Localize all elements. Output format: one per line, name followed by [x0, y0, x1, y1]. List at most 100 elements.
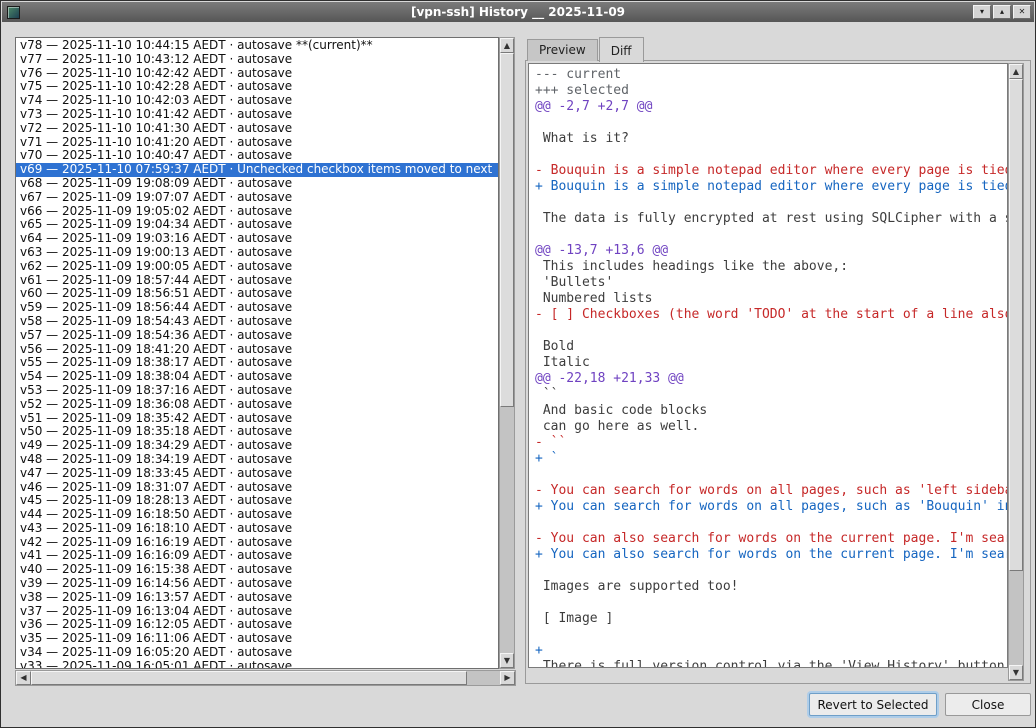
history-list-item[interactable]: v65 — 2025-11-09 19:04:34 AEDT · autosav…	[16, 218, 498, 232]
diff-line: Numbered lists	[535, 291, 1007, 307]
history-list-item[interactable]: v73 — 2025-11-10 10:41:42 AEDT · autosav…	[16, 108, 498, 122]
history-list-item[interactable]: v40 — 2025-11-09 16:15:38 AEDT · autosav…	[16, 563, 498, 577]
diff-line: --- current	[535, 67, 1007, 83]
diff-line	[535, 467, 1007, 483]
scrollbar-track[interactable]	[500, 53, 514, 653]
history-list-item[interactable]: v39 — 2025-11-09 16:14:56 AEDT · autosav…	[16, 577, 498, 591]
scrollbar-track[interactable]	[1009, 79, 1023, 665]
diff-line	[535, 195, 1007, 211]
diff-line	[535, 147, 1007, 163]
history-list-item[interactable]: v52 — 2025-11-09 18:36:08 AEDT · autosav…	[16, 398, 498, 412]
diff-line: And basic code blocks	[535, 403, 1007, 419]
history-list-item[interactable]: v76 — 2025-11-10 10:42:42 AEDT · autosav…	[16, 67, 498, 81]
maximize-icon: ▴	[1000, 8, 1004, 16]
arrow-left-icon: ◀	[20, 674, 26, 682]
history-list-item[interactable]: v51 — 2025-11-09 18:35:42 AEDT · autosav…	[16, 412, 498, 426]
history-list-item[interactable]: v67 — 2025-11-09 19:07:07 AEDT · autosav…	[16, 191, 498, 205]
close-button[interactable]: Close	[945, 693, 1031, 716]
history-list-item[interactable]: v58 — 2025-11-09 18:54:43 AEDT · autosav…	[16, 315, 498, 329]
history-list-item[interactable]: v35 — 2025-11-09 16:11:06 AEDT · autosav…	[16, 632, 498, 646]
diff-line: @@ -13,7 +13,6 @@	[535, 243, 1007, 259]
tab-bar: Preview Diff	[527, 38, 645, 61]
history-list-item[interactable]: v70 — 2025-11-10 10:40:47 AEDT · autosav…	[16, 149, 498, 163]
history-list-item[interactable]: v77 — 2025-11-10 10:43:12 AEDT · autosav…	[16, 53, 498, 67]
scroll-down-button[interactable]: ▼	[1009, 665, 1023, 680]
history-list-item[interactable]: v63 — 2025-11-09 19:00:13 AEDT · autosav…	[16, 246, 498, 260]
diff-line: This includes headings like the above,:	[535, 259, 1007, 275]
diff-line: Bold	[535, 339, 1007, 355]
scrollbar-thumb[interactable]	[500, 53, 514, 407]
scroll-left-button[interactable]: ◀	[16, 671, 31, 685]
diff-line: + `	[535, 451, 1007, 467]
history-list-horizontal-scrollbar[interactable]: ◀ ▶	[15, 670, 516, 686]
revert-to-selected-button[interactable]: Revert to Selected	[809, 693, 937, 716]
history-list-item[interactable]: v56 — 2025-11-09 18:41:20 AEDT · autosav…	[16, 343, 498, 357]
history-list-item[interactable]: v64 — 2025-11-09 19:03:16 AEDT · autosav…	[16, 232, 498, 246]
diff-line: - [ ] Checkboxes (the word 'TODO' at the…	[535, 307, 1007, 323]
history-list-item[interactable]: v37 — 2025-11-09 16:13:04 AEDT · autosav…	[16, 605, 498, 619]
minimize-button[interactable]: ▾	[973, 5, 991, 19]
history-list-item[interactable]: v33 — 2025-11-09 16:05:01 AEDT · autosav…	[16, 660, 498, 669]
history-list-item[interactable]: v71 — 2025-11-10 10:41:20 AEDT · autosav…	[16, 136, 498, 150]
scrollbar-track[interactable]	[31, 671, 500, 685]
diff-line: - You can search for words on all pages,…	[535, 483, 1007, 499]
diff-line: - You can also search for words on the c…	[535, 531, 1007, 547]
history-list[interactable]: v78 — 2025-11-10 10:44:15 AEDT · autosav…	[15, 37, 499, 669]
scrollbar-thumb[interactable]	[1009, 79, 1023, 571]
history-list-item[interactable]: v47 — 2025-11-09 18:33:45 AEDT · autosav…	[16, 467, 498, 481]
history-list-item[interactable]: v55 — 2025-11-09 18:38:17 AEDT · autosav…	[16, 356, 498, 370]
history-list-item[interactable]: v36 — 2025-11-09 16:12:05 AEDT · autosav…	[16, 618, 498, 632]
history-list-item[interactable]: v54 — 2025-11-09 18:38:04 AEDT · autosav…	[16, 370, 498, 384]
history-list-item[interactable]: v41 — 2025-11-09 16:16:09 AEDT · autosav…	[16, 549, 498, 563]
history-list-item[interactable]: v68 — 2025-11-09 19:08:09 AEDT · autosav…	[16, 177, 498, 191]
diff-line	[535, 515, 1007, 531]
history-list-item[interactable]: v53 — 2025-11-09 18:37:16 AEDT · autosav…	[16, 384, 498, 398]
history-list-item[interactable]: v74 — 2025-11-10 10:42:03 AEDT · autosav…	[16, 94, 498, 108]
history-list-item[interactable]: v61 — 2025-11-09 18:57:44 AEDT · autosav…	[16, 274, 498, 288]
history-list-item[interactable]: v66 — 2025-11-09 19:05:02 AEDT · autosav…	[16, 205, 498, 219]
history-list-item[interactable]: v69 — 2025-11-10 07:59:37 AEDT · Uncheck…	[16, 163, 498, 177]
tab-diff[interactable]: Diff	[599, 37, 644, 62]
history-list-item[interactable]: v45 — 2025-11-09 18:28:13 AEDT · autosav…	[16, 494, 498, 508]
minimize-icon: ▾	[980, 8, 984, 16]
history-list-item[interactable]: v34 — 2025-11-09 16:05:20 AEDT · autosav…	[16, 646, 498, 660]
history-list-item[interactable]: v44 — 2025-11-09 16:18:50 AEDT · autosav…	[16, 508, 498, 522]
history-list-item[interactable]: v42 — 2025-11-09 16:16:19 AEDT · autosav…	[16, 536, 498, 550]
history-list-item[interactable]: v75 — 2025-11-10 10:42:28 AEDT · autosav…	[16, 80, 498, 94]
history-list-item[interactable]: v46 — 2025-11-09 18:31:07 AEDT · autosav…	[16, 481, 498, 495]
history-list-item[interactable]: v49 — 2025-11-09 18:34:29 AEDT · autosav…	[16, 439, 498, 453]
diff-line	[535, 595, 1007, 611]
close-window-button[interactable]: ✕	[1013, 5, 1031, 19]
diff-line	[535, 563, 1007, 579]
scroll-up-button[interactable]: ▲	[1009, 64, 1023, 79]
diff-line: +	[535, 643, 1007, 659]
diff-text[interactable]: --- current+++ selected@@ -2,7 +2,7 @@ W…	[528, 63, 1008, 668]
history-list-item[interactable]: v50 — 2025-11-09 18:35:18 AEDT · autosav…	[16, 425, 498, 439]
history-list-item[interactable]: v78 — 2025-11-10 10:44:15 AEDT · autosav…	[16, 39, 498, 53]
history-list-item[interactable]: v59 — 2025-11-09 18:56:44 AEDT · autosav…	[16, 301, 498, 315]
history-list-item[interactable]: v62 — 2025-11-09 19:00:05 AEDT · autosav…	[16, 260, 498, 274]
diff-line	[535, 627, 1007, 643]
scroll-up-button[interactable]: ▲	[500, 38, 514, 53]
history-list-item[interactable]: v60 — 2025-11-09 18:56:51 AEDT · autosav…	[16, 287, 498, 301]
scroll-down-button[interactable]: ▼	[500, 653, 514, 668]
diff-line: There is full version control via the 'V…	[535, 659, 1007, 668]
arrow-down-icon: ▼	[1013, 669, 1019, 677]
window-title: [vpn-ssh] History __ 2025-11-09	[2, 5, 1034, 19]
history-list-item[interactable]: v57 — 2025-11-09 18:54:36 AEDT · autosav…	[16, 329, 498, 343]
scroll-right-button[interactable]: ▶	[500, 671, 515, 685]
history-list-vertical-scrollbar[interactable]: ▲ ▼	[499, 37, 515, 669]
history-list-item[interactable]: v38 — 2025-11-09 16:13:57 AEDT · autosav…	[16, 591, 498, 605]
diff-vertical-scrollbar[interactable]: ▲ ▼	[1008, 63, 1024, 681]
history-list-item[interactable]: v43 — 2025-11-09 16:18:10 AEDT · autosav…	[16, 522, 498, 536]
title-bar[interactable]: [vpn-ssh] History __ 2025-11-09 ▾ ▴ ✕	[2, 2, 1034, 22]
maximize-button[interactable]: ▴	[993, 5, 1011, 19]
diff-line: + You can also search for words on the c…	[535, 547, 1007, 563]
diff-line: - Bouquin is a simple notepad editor whe…	[535, 163, 1007, 179]
tab-preview[interactable]: Preview	[527, 39, 598, 61]
arrow-up-icon: ▲	[504, 42, 510, 50]
scrollbar-thumb[interactable]	[31, 671, 467, 685]
diff-line: +++ selected	[535, 83, 1007, 99]
history-list-item[interactable]: v72 — 2025-11-10 10:41:30 AEDT · autosav…	[16, 122, 498, 136]
history-list-item[interactable]: v48 — 2025-11-09 18:34:19 AEDT · autosav…	[16, 453, 498, 467]
